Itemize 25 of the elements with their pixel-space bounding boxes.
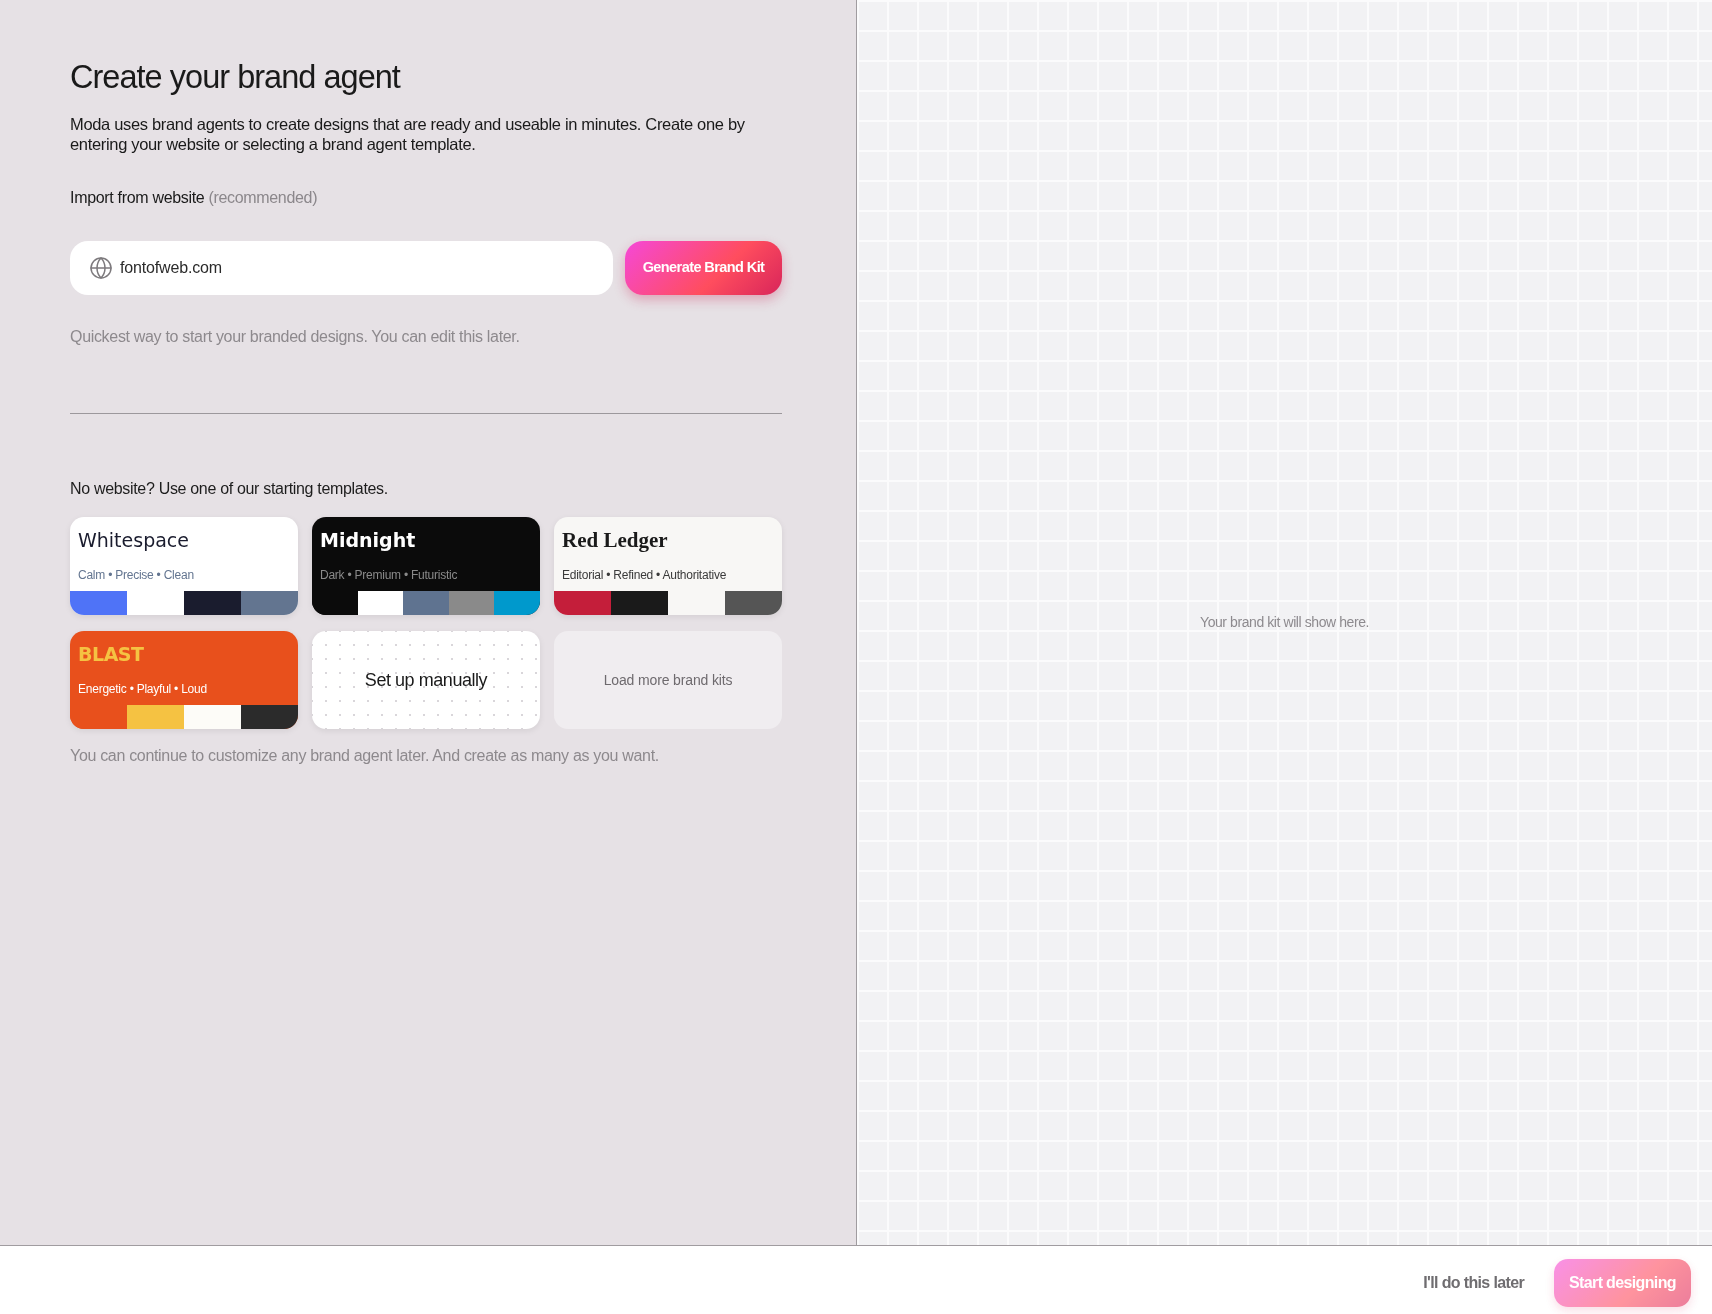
intro-text: Moda uses brand agents to create designs that are ready and useable in minutes. Create one by entering your website or selecting a brand agent template. [70,114,746,154]
template-tags: Dark • Premium • Futuristic [320,567,458,583]
website-url-field[interactable]: fontofweb.com [70,241,613,295]
template-tags: Energetic • Playful • Loud [78,681,207,697]
templates-footnote: You can continue to customize any brand agent later. And create as many as you want. [70,746,659,766]
template-card[interactable]: Whitespace Calm • Precise • Clean [70,517,298,615]
load-more-card[interactable]: Load more brand kits [554,631,782,729]
do-later-button[interactable]: I'll do this later [1415,1258,1532,1307]
template-tags: Editorial • Refined • Authoritative [562,567,727,583]
empty-preview-message: Your brand kit will show here. [1200,613,1369,632]
template-tags: Calm • Precise • Clean [78,567,194,583]
template-name: Midnight [320,528,416,553]
recommended-note: (recommended) [208,188,318,208]
import-label: Import from website [70,188,205,208]
template-card[interactable]: BLAST Energetic • Playful • Loud [70,631,298,729]
template-name: Whitespace [78,528,189,553]
template-name: BLAST [78,642,144,667]
import-hint: Quickest way to start your branded designs. You can edit this later. [70,327,520,347]
globe-icon [89,256,113,280]
templates-heading: No website? Use one of our starting templates. [70,479,388,499]
template-card[interactable]: Red Ledger Editorial • Refined • Authoritative [554,517,782,615]
template-card[interactable]: Midnight Dark • Premium • Futuristic [312,517,540,615]
page-title: Create your brand agent [70,58,400,97]
template-name: Red Ledger [562,527,668,553]
set-up-manually-card[interactable]: Set up manually [312,631,540,729]
